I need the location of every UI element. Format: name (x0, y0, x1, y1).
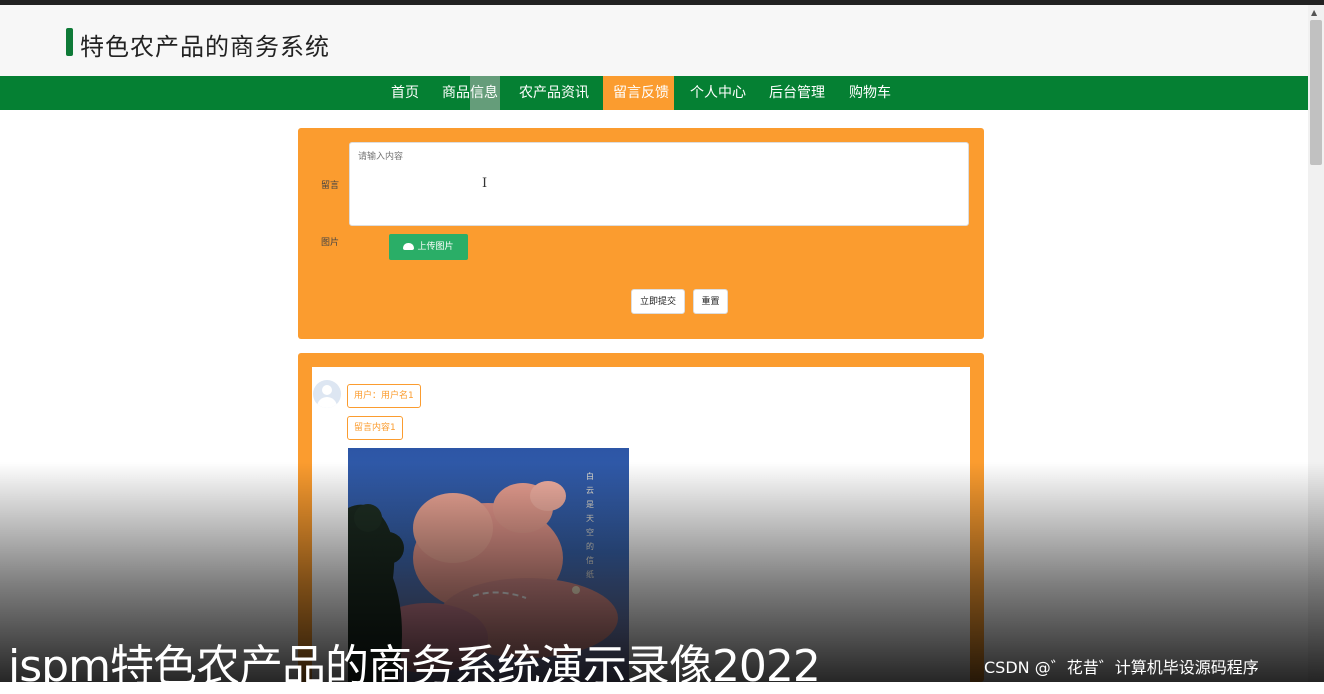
user-tag: 用户：用户名1 (347, 384, 421, 408)
text-cursor-icon: I (482, 176, 488, 191)
site-title: 特色农产品的商务系统 (80, 33, 330, 61)
feedback-form: 留言 图片 上传图片 立即提交 重置 (298, 128, 984, 339)
message-label: 留言 (321, 181, 340, 191)
user-avatar-icon (313, 380, 341, 408)
nav-item-home[interactable]: 首页 (381, 76, 429, 110)
photo-vertical-text: 白云是天空的信纸 (586, 472, 594, 579)
submit-button[interactable]: 立即提交 (631, 289, 685, 314)
scrollbar-thumb[interactable] (1310, 20, 1322, 165)
csdn-watermark: CSDN @゛花昔゛计算机毕设源码程序 (984, 658, 1259, 677)
nav-item-feedback[interactable]: 留言反馈 (603, 76, 674, 110)
video-caption: jspm特色农产品的商务系统演示录像2022 (8, 641, 821, 692)
nav-item-admin[interactable]: 后台管理 (759, 76, 835, 110)
image-label: 图片 (321, 238, 340, 248)
upload-image-button[interactable]: 上传图片 (389, 234, 468, 260)
nav-item-profile[interactable]: 个人中心 (680, 76, 756, 110)
main-nav: 首页 商品信息 农产品资讯 留言反馈 个人中心 后台管理 购物车 (0, 76, 1308, 110)
site-header: 特色农产品的商务系统 (0, 5, 1308, 76)
nav-item-cart[interactable]: 购物车 (839, 76, 901, 110)
nav-item-products[interactable]: 商品信息 (432, 76, 508, 110)
scroll-up-icon[interactable]: ▲ (1311, 8, 1317, 17)
message-input[interactable] (349, 142, 969, 226)
upload-button-label: 上传图片 (417, 242, 454, 252)
cloud-upload-icon (403, 243, 415, 250)
title-accent-bar (66, 28, 73, 56)
nav-item-news[interactable]: 农产品资讯 (509, 76, 599, 110)
content-tag: 留言内容1 (347, 416, 403, 440)
reset-button[interactable]: 重置 (693, 289, 728, 314)
